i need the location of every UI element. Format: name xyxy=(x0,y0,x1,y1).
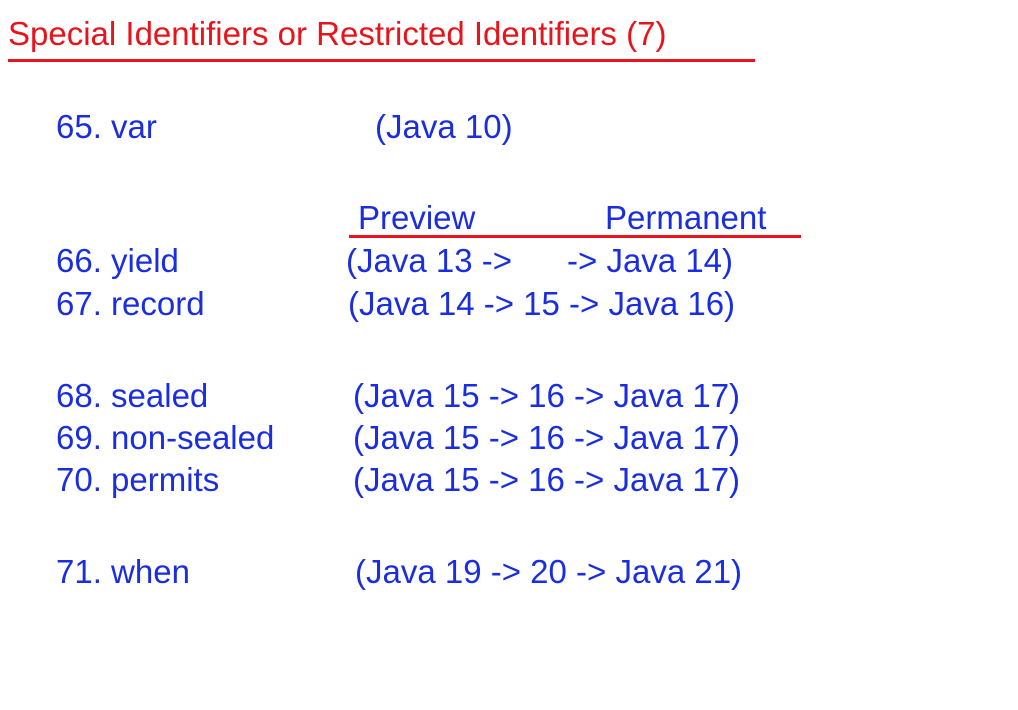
identifier-var-versions: (Java 10) xyxy=(375,108,513,145)
column-header-underline xyxy=(349,235,801,238)
identifier-when: 71. when xyxy=(56,553,190,590)
identifier-record-versions: (Java 14 -> 15 -> Java 16) xyxy=(348,285,736,322)
identifier-when-versions: (Java 19 -> 20 -> Java 21) xyxy=(355,553,743,590)
column-header-preview: Preview xyxy=(358,199,476,236)
identifier-sealed: 68. sealed xyxy=(56,377,209,414)
identifier-non-sealed: 69. non-sealed xyxy=(56,419,275,456)
identifier-var: 65. var xyxy=(56,108,157,145)
title-underline xyxy=(8,59,755,62)
identifier-non-sealed-versions: (Java 15 -> 16 -> Java 17) xyxy=(353,419,741,456)
column-header-permanent: Permanent xyxy=(605,199,767,236)
identifier-record: 67. record xyxy=(56,285,205,322)
identifier-yield: 66. yield xyxy=(56,242,179,279)
identifier-permits-versions: (Java 15 -> 16 -> Java 17) xyxy=(353,461,741,498)
identifier-sealed-versions: (Java 15 -> 16 -> Java 17) xyxy=(353,377,741,414)
identifier-permits: 70. permits xyxy=(56,461,220,498)
slide-title: Special Identifiers or Restricted Identi… xyxy=(8,15,667,52)
identifier-yield-versions: (Java 13 -> -> Java 14) xyxy=(346,242,734,279)
